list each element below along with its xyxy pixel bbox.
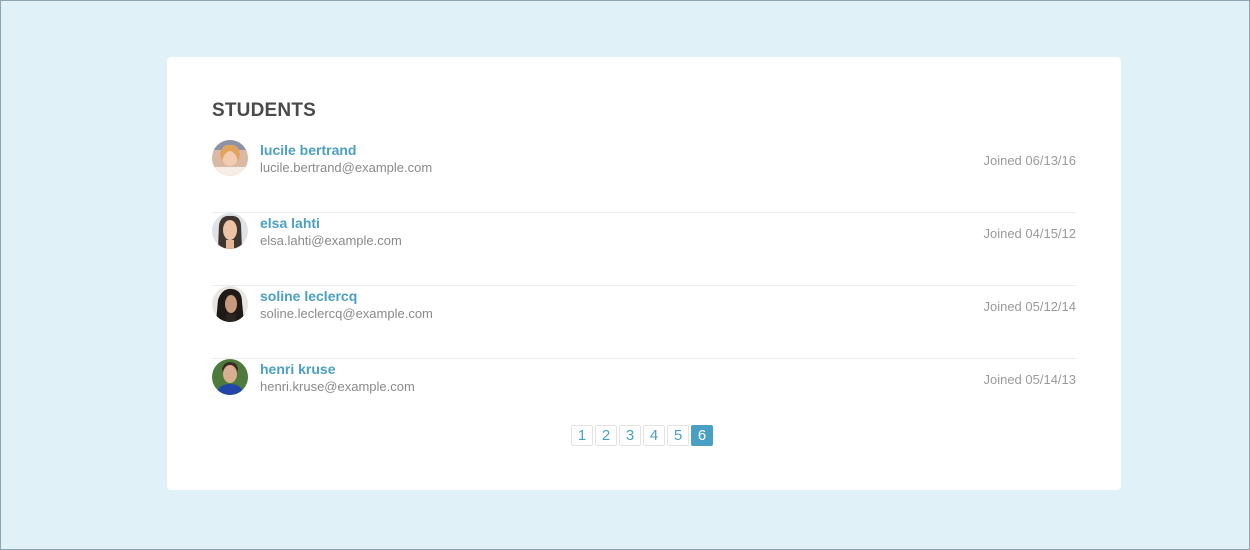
avatar [212, 213, 248, 249]
page-button-4[interactable]: 4 [643, 425, 665, 446]
page-button-6[interactable]: 6 [691, 425, 713, 446]
avatar [212, 286, 248, 322]
student-row: lucile bertrand lucile.bertrand@example.… [212, 140, 1076, 213]
page-button-2[interactable]: 2 [595, 425, 617, 446]
avatar [212, 359, 248, 395]
student-row: henri kruse henri.kruse@example.com Join… [212, 359, 1076, 432]
page-button-5[interactable]: 5 [667, 425, 689, 446]
students-card: STUDENTS lucile bertrand lucile.bertrand… [167, 57, 1121, 490]
student-name[interactable]: elsa lahti [260, 215, 320, 231]
student-email: henri.kruse@example.com [260, 379, 415, 394]
joined-date: Joined 06/13/16 [983, 153, 1076, 168]
student-email: soline.leclercq@example.com [260, 306, 433, 321]
joined-date: Joined 05/14/13 [983, 372, 1076, 387]
card-title: STUDENTS [212, 100, 316, 121]
student-email: elsa.lahti@example.com [260, 233, 402, 248]
student-name[interactable]: soline leclercq [260, 288, 357, 304]
student-list: lucile bertrand lucile.bertrand@example.… [212, 140, 1076, 432]
student-name[interactable]: lucile bertrand [260, 142, 356, 158]
page-button-3[interactable]: 3 [619, 425, 641, 446]
student-email: lucile.bertrand@example.com [260, 160, 433, 175]
pagination: 1 2 3 4 5 6 [571, 425, 713, 446]
avatar [212, 140, 248, 176]
student-row: elsa lahti elsa.lahti@example.com Joined… [212, 213, 1076, 286]
joined-date: Joined 05/12/14 [983, 299, 1076, 314]
student-name[interactable]: henri kruse [260, 361, 335, 377]
joined-date: Joined 04/15/12 [983, 226, 1076, 241]
page-button-1[interactable]: 1 [571, 425, 593, 446]
student-row: soline leclercq soline.leclercq@example.… [212, 286, 1076, 359]
